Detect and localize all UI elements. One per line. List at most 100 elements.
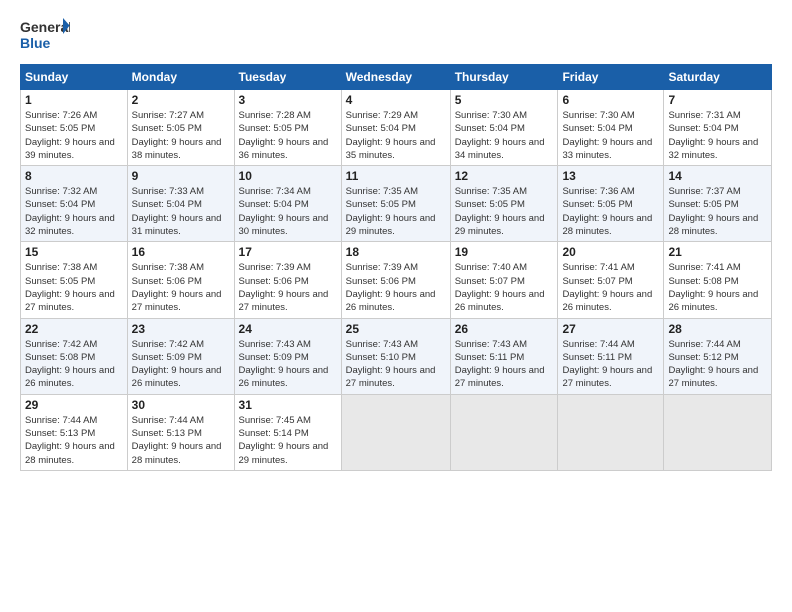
day-number: 9	[132, 169, 230, 183]
calendar-cell: 27 Sunrise: 7:44 AM Sunset: 5:11 PM Dayl…	[558, 318, 664, 394]
svg-text:Blue: Blue	[20, 35, 51, 51]
calendar-cell: 5 Sunrise: 7:30 AM Sunset: 5:04 PM Dayli…	[450, 90, 558, 166]
calendar-cell: 13 Sunrise: 7:36 AM Sunset: 5:05 PM Dayl…	[558, 166, 664, 242]
day-info: Sunrise: 7:32 AM Sunset: 5:04 PM Dayligh…	[25, 185, 123, 238]
day-number: 29	[25, 398, 123, 412]
calendar-cell: 7 Sunrise: 7:31 AM Sunset: 5:04 PM Dayli…	[664, 90, 772, 166]
page: General Blue SundayMondayTuesdayWednesda…	[0, 0, 792, 612]
day-info: Sunrise: 7:38 AM Sunset: 5:05 PM Dayligh…	[25, 261, 123, 314]
calendar-cell: 22 Sunrise: 7:42 AM Sunset: 5:08 PM Dayl…	[21, 318, 128, 394]
calendar-header-tuesday: Tuesday	[234, 65, 341, 90]
day-number: 22	[25, 322, 123, 336]
calendar-cell: 16 Sunrise: 7:38 AM Sunset: 5:06 PM Dayl…	[127, 242, 234, 318]
day-info: Sunrise: 7:43 AM Sunset: 5:09 PM Dayligh…	[239, 338, 337, 391]
logo-svg: General Blue	[20, 16, 70, 54]
calendar-cell	[664, 394, 772, 470]
day-number: 20	[562, 245, 659, 259]
calendar-cell: 21 Sunrise: 7:41 AM Sunset: 5:08 PM Dayl…	[664, 242, 772, 318]
day-number: 8	[25, 169, 123, 183]
day-number: 3	[239, 93, 337, 107]
day-info: Sunrise: 7:28 AM Sunset: 5:05 PM Dayligh…	[239, 109, 337, 162]
day-info: Sunrise: 7:30 AM Sunset: 5:04 PM Dayligh…	[562, 109, 659, 162]
day-info: Sunrise: 7:30 AM Sunset: 5:04 PM Dayligh…	[455, 109, 554, 162]
day-number: 28	[668, 322, 767, 336]
calendar-cell	[341, 394, 450, 470]
day-info: Sunrise: 7:26 AM Sunset: 5:05 PM Dayligh…	[25, 109, 123, 162]
day-number: 30	[132, 398, 230, 412]
day-info: Sunrise: 7:43 AM Sunset: 5:11 PM Dayligh…	[455, 338, 554, 391]
day-number: 7	[668, 93, 767, 107]
day-number: 10	[239, 169, 337, 183]
day-number: 25	[346, 322, 446, 336]
calendar-cell: 18 Sunrise: 7:39 AM Sunset: 5:06 PM Dayl…	[341, 242, 450, 318]
day-info: Sunrise: 7:39 AM Sunset: 5:06 PM Dayligh…	[346, 261, 446, 314]
calendar: SundayMondayTuesdayWednesdayThursdayFrid…	[20, 64, 772, 471]
day-info: Sunrise: 7:37 AM Sunset: 5:05 PM Dayligh…	[668, 185, 767, 238]
day-info: Sunrise: 7:33 AM Sunset: 5:04 PM Dayligh…	[132, 185, 230, 238]
day-number: 26	[455, 322, 554, 336]
calendar-week-1: 1 Sunrise: 7:26 AM Sunset: 5:05 PM Dayli…	[21, 90, 772, 166]
day-number: 27	[562, 322, 659, 336]
day-info: Sunrise: 7:35 AM Sunset: 5:05 PM Dayligh…	[455, 185, 554, 238]
day-info: Sunrise: 7:44 AM Sunset: 5:13 PM Dayligh…	[132, 414, 230, 467]
day-info: Sunrise: 7:31 AM Sunset: 5:04 PM Dayligh…	[668, 109, 767, 162]
day-info: Sunrise: 7:41 AM Sunset: 5:08 PM Dayligh…	[668, 261, 767, 314]
day-number: 31	[239, 398, 337, 412]
day-number: 15	[25, 245, 123, 259]
day-info: Sunrise: 7:27 AM Sunset: 5:05 PM Dayligh…	[132, 109, 230, 162]
day-number: 1	[25, 93, 123, 107]
day-number: 14	[668, 169, 767, 183]
day-info: Sunrise: 7:40 AM Sunset: 5:07 PM Dayligh…	[455, 261, 554, 314]
day-info: Sunrise: 7:35 AM Sunset: 5:05 PM Dayligh…	[346, 185, 446, 238]
calendar-cell: 17 Sunrise: 7:39 AM Sunset: 5:06 PM Dayl…	[234, 242, 341, 318]
calendar-cell: 6 Sunrise: 7:30 AM Sunset: 5:04 PM Dayli…	[558, 90, 664, 166]
calendar-header-friday: Friday	[558, 65, 664, 90]
calendar-cell	[450, 394, 558, 470]
calendar-header-monday: Monday	[127, 65, 234, 90]
calendar-header-sunday: Sunday	[21, 65, 128, 90]
calendar-cell: 3 Sunrise: 7:28 AM Sunset: 5:05 PM Dayli…	[234, 90, 341, 166]
day-info: Sunrise: 7:42 AM Sunset: 5:09 PM Dayligh…	[132, 338, 230, 391]
day-number: 17	[239, 245, 337, 259]
calendar-cell	[558, 394, 664, 470]
calendar-cell: 28 Sunrise: 7:44 AM Sunset: 5:12 PM Dayl…	[664, 318, 772, 394]
calendar-cell: 26 Sunrise: 7:43 AM Sunset: 5:11 PM Dayl…	[450, 318, 558, 394]
calendar-cell: 10 Sunrise: 7:34 AM Sunset: 5:04 PM Dayl…	[234, 166, 341, 242]
calendar-header-wednesday: Wednesday	[341, 65, 450, 90]
calendar-week-2: 8 Sunrise: 7:32 AM Sunset: 5:04 PM Dayli…	[21, 166, 772, 242]
day-info: Sunrise: 7:44 AM Sunset: 5:12 PM Dayligh…	[668, 338, 767, 391]
day-info: Sunrise: 7:45 AM Sunset: 5:14 PM Dayligh…	[239, 414, 337, 467]
calendar-cell: 9 Sunrise: 7:33 AM Sunset: 5:04 PM Dayli…	[127, 166, 234, 242]
calendar-cell: 23 Sunrise: 7:42 AM Sunset: 5:09 PM Dayl…	[127, 318, 234, 394]
day-number: 12	[455, 169, 554, 183]
day-number: 23	[132, 322, 230, 336]
day-number: 21	[668, 245, 767, 259]
calendar-header-row: SundayMondayTuesdayWednesdayThursdayFrid…	[21, 65, 772, 90]
calendar-cell: 20 Sunrise: 7:41 AM Sunset: 5:07 PM Dayl…	[558, 242, 664, 318]
day-number: 24	[239, 322, 337, 336]
day-info: Sunrise: 7:44 AM Sunset: 5:13 PM Dayligh…	[25, 414, 123, 467]
day-number: 6	[562, 93, 659, 107]
day-info: Sunrise: 7:44 AM Sunset: 5:11 PM Dayligh…	[562, 338, 659, 391]
calendar-cell: 24 Sunrise: 7:43 AM Sunset: 5:09 PM Dayl…	[234, 318, 341, 394]
calendar-week-5: 29 Sunrise: 7:44 AM Sunset: 5:13 PM Dayl…	[21, 394, 772, 470]
calendar-week-4: 22 Sunrise: 7:42 AM Sunset: 5:08 PM Dayl…	[21, 318, 772, 394]
day-number: 13	[562, 169, 659, 183]
calendar-cell: 4 Sunrise: 7:29 AM Sunset: 5:04 PM Dayli…	[341, 90, 450, 166]
day-number: 2	[132, 93, 230, 107]
day-number: 5	[455, 93, 554, 107]
calendar-cell: 31 Sunrise: 7:45 AM Sunset: 5:14 PM Dayl…	[234, 394, 341, 470]
calendar-week-3: 15 Sunrise: 7:38 AM Sunset: 5:05 PM Dayl…	[21, 242, 772, 318]
day-number: 16	[132, 245, 230, 259]
calendar-cell: 29 Sunrise: 7:44 AM Sunset: 5:13 PM Dayl…	[21, 394, 128, 470]
calendar-cell: 15 Sunrise: 7:38 AM Sunset: 5:05 PM Dayl…	[21, 242, 128, 318]
day-number: 18	[346, 245, 446, 259]
day-number: 19	[455, 245, 554, 259]
calendar-cell: 2 Sunrise: 7:27 AM Sunset: 5:05 PM Dayli…	[127, 90, 234, 166]
calendar-cell: 30 Sunrise: 7:44 AM Sunset: 5:13 PM Dayl…	[127, 394, 234, 470]
day-info: Sunrise: 7:43 AM Sunset: 5:10 PM Dayligh…	[346, 338, 446, 391]
day-number: 4	[346, 93, 446, 107]
day-info: Sunrise: 7:42 AM Sunset: 5:08 PM Dayligh…	[25, 338, 123, 391]
day-info: Sunrise: 7:34 AM Sunset: 5:04 PM Dayligh…	[239, 185, 337, 238]
calendar-header-thursday: Thursday	[450, 65, 558, 90]
